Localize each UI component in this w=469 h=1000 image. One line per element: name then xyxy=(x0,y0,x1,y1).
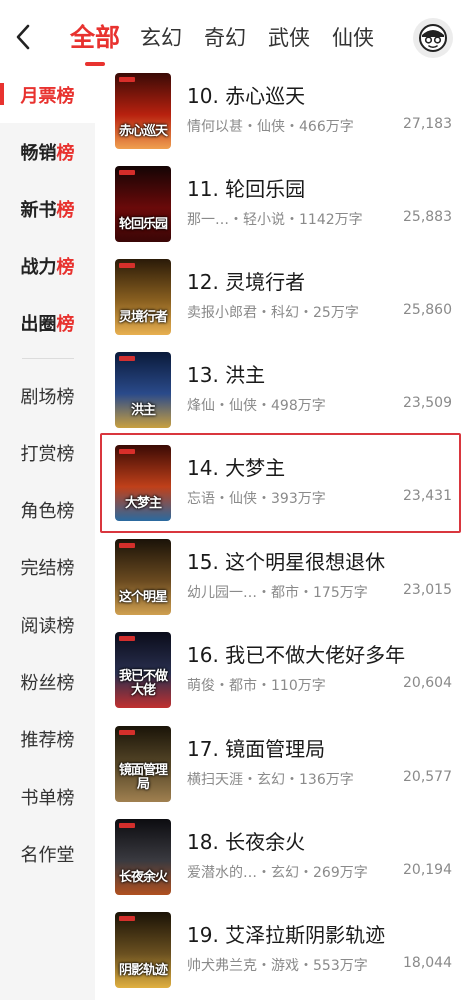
sidebar-divider xyxy=(22,358,74,359)
list-item[interactable]: 这个明星 15. 这个明星很想退休 幼儿园一…・都市・175万字 23,015 xyxy=(95,532,469,626)
category-tabs: 全部 玄幻 奇幻 武侠 仙侠 xyxy=(70,18,396,66)
book-cover: 轮回乐园 xyxy=(115,166,171,242)
tab-qihuan[interactable]: 奇幻 xyxy=(204,18,246,58)
book-meta: 烽仙・仙侠・498万字 xyxy=(187,398,326,414)
ticket-count: 23,509 xyxy=(403,395,452,411)
sidebar-item-breakout[interactable]: 出圈榜 xyxy=(0,294,95,351)
book-title: 15. 这个明星很想退休 xyxy=(187,550,386,574)
tab-wuxia[interactable]: 武侠 xyxy=(268,18,310,58)
ranking-sidebar: 月票榜 畅销榜 新书榜 战力榜 出圈榜 剧场榜 打赏榜 角色榜 完结榜 阅读榜 … xyxy=(0,66,95,1000)
book-title: 10. 赤心巡天 xyxy=(187,84,306,108)
sidebar-item-fans[interactable]: 粉丝榜 xyxy=(0,653,95,710)
top-bar: 全部 玄幻 奇幻 武侠 仙侠 xyxy=(0,0,469,72)
ticket-count: 20,604 xyxy=(403,675,452,691)
sidebar-item-power[interactable]: 战力榜 xyxy=(0,237,95,294)
sidebar-item-tipping[interactable]: 打赏榜 xyxy=(0,424,95,481)
book-cover: 赤心巡天 xyxy=(115,73,171,149)
book-meta: 忘语・仙侠・393万字 xyxy=(187,491,326,507)
sidebar-item-completed[interactable]: 完结榜 xyxy=(0,538,95,595)
sidebar-item-reading[interactable]: 阅读榜 xyxy=(0,596,95,653)
book-title: 12. 灵境行者 xyxy=(187,270,306,294)
book-title: 13. 洪主 xyxy=(187,363,266,387)
list-item[interactable]: 轮回乐园 11. 轮回乐园 那一…・轻小说・1142万字 25,883 xyxy=(95,159,469,253)
book-title: 11. 轮回乐园 xyxy=(187,177,306,201)
book-title: 18. 长夜余火 xyxy=(187,830,306,854)
avatar[interactable] xyxy=(413,18,453,58)
ticket-count: 20,194 xyxy=(403,862,452,878)
sidebar-item-monthly-ticket[interactable]: 月票榜 xyxy=(0,66,95,123)
ticket-count: 18,044 xyxy=(403,955,452,971)
book-title: 19. 艾泽拉斯阴影轨迹 xyxy=(187,923,386,947)
list-item[interactable]: 赤心巡天 10. 赤心巡天 情何以甚・仙侠・466万字 27,183 xyxy=(95,66,469,160)
book-meta: 横扫天涯・玄幻・136万字 xyxy=(187,772,354,788)
ticket-count: 27,183 xyxy=(403,116,452,132)
tab-all[interactable]: 全部 xyxy=(70,18,120,66)
book-meta: 卖报小郎君・科幻・25万字 xyxy=(187,305,359,321)
book-meta: 情何以甚・仙侠・466万字 xyxy=(187,119,354,135)
book-cover: 长夜余火 xyxy=(115,819,171,895)
user-avatar-icon xyxy=(419,24,447,52)
book-cover: 我已不做大佬 xyxy=(115,632,171,708)
chevron-left-icon xyxy=(16,24,30,50)
ticket-count: 23,015 xyxy=(403,582,452,598)
book-meta: 萌俊・都市・110万字 xyxy=(187,678,326,694)
list-item[interactable]: 长夜余火 18. 长夜余火 爱潜水的…・玄幻・269万字 20,194 xyxy=(95,812,469,906)
list-item[interactable]: 阴影轨迹 19. 艾泽拉斯阴影轨迹 帅犬弗兰克・游戏・553万字 18,044 xyxy=(95,905,469,999)
sidebar-item-theater[interactable]: 剧场榜 xyxy=(0,367,95,424)
book-title: 17. 镜面管理局 xyxy=(187,737,326,761)
ticket-count: 25,860 xyxy=(403,302,452,318)
sidebar-item-new-books[interactable]: 新书榜 xyxy=(0,180,95,237)
sidebar-item-character[interactable]: 角色榜 xyxy=(0,481,95,538)
list-item[interactable]: 大梦主 14. 大梦主 忘语・仙侠・393万字 23,431 xyxy=(95,438,469,532)
book-meta: 帅犬弗兰克・游戏・553万字 xyxy=(187,958,368,974)
book-meta: 爱潜水的…・玄幻・269万字 xyxy=(187,865,368,881)
ticket-count: 20,577 xyxy=(403,769,452,785)
book-title: 14. 大梦主 xyxy=(187,456,286,480)
sidebar-item-masterpiece[interactable]: 名作堂 xyxy=(0,825,95,882)
tab-xianxia[interactable]: 仙侠 xyxy=(332,18,374,58)
book-cover: 这个明星 xyxy=(115,539,171,615)
book-cover: 大梦主 xyxy=(115,445,171,521)
back-button[interactable] xyxy=(8,20,38,54)
ticket-count: 23,431 xyxy=(403,488,452,504)
book-meta: 幼儿园一…・都市・175万字 xyxy=(187,585,368,601)
list-item[interactable]: 我已不做大佬 16. 我已不做大佬好多年 萌俊・都市・110万字 20,604 xyxy=(95,625,469,719)
book-cover: 灵境行者 xyxy=(115,259,171,335)
book-cover: 洪主 xyxy=(115,352,171,428)
list-item[interactable]: 洪主 13. 洪主 烽仙・仙侠・498万字 23,509 xyxy=(95,345,469,439)
tab-xuanhuan[interactable]: 玄幻 xyxy=(140,18,182,58)
sidebar-item-bestseller[interactable]: 畅销榜 xyxy=(0,123,95,180)
book-cover: 镜面管理局 xyxy=(115,726,171,802)
ticket-count: 25,883 xyxy=(403,209,452,225)
book-meta: 那一…・轻小说・1142万字 xyxy=(187,212,363,228)
list-item[interactable]: 镜面管理局 17. 镜面管理局 横扫天涯・玄幻・136万字 20,577 xyxy=(95,719,469,813)
sidebar-item-booklist[interactable]: 书单榜 xyxy=(0,768,95,825)
book-cover: 阴影轨迹 xyxy=(115,912,171,988)
list-item[interactable]: 灵境行者 12. 灵境行者 卖报小郎君・科幻・25万字 25,860 xyxy=(95,252,469,346)
sidebar-item-recommend[interactable]: 推荐榜 xyxy=(0,710,95,767)
book-title: 16. 我已不做大佬好多年 xyxy=(187,643,406,667)
